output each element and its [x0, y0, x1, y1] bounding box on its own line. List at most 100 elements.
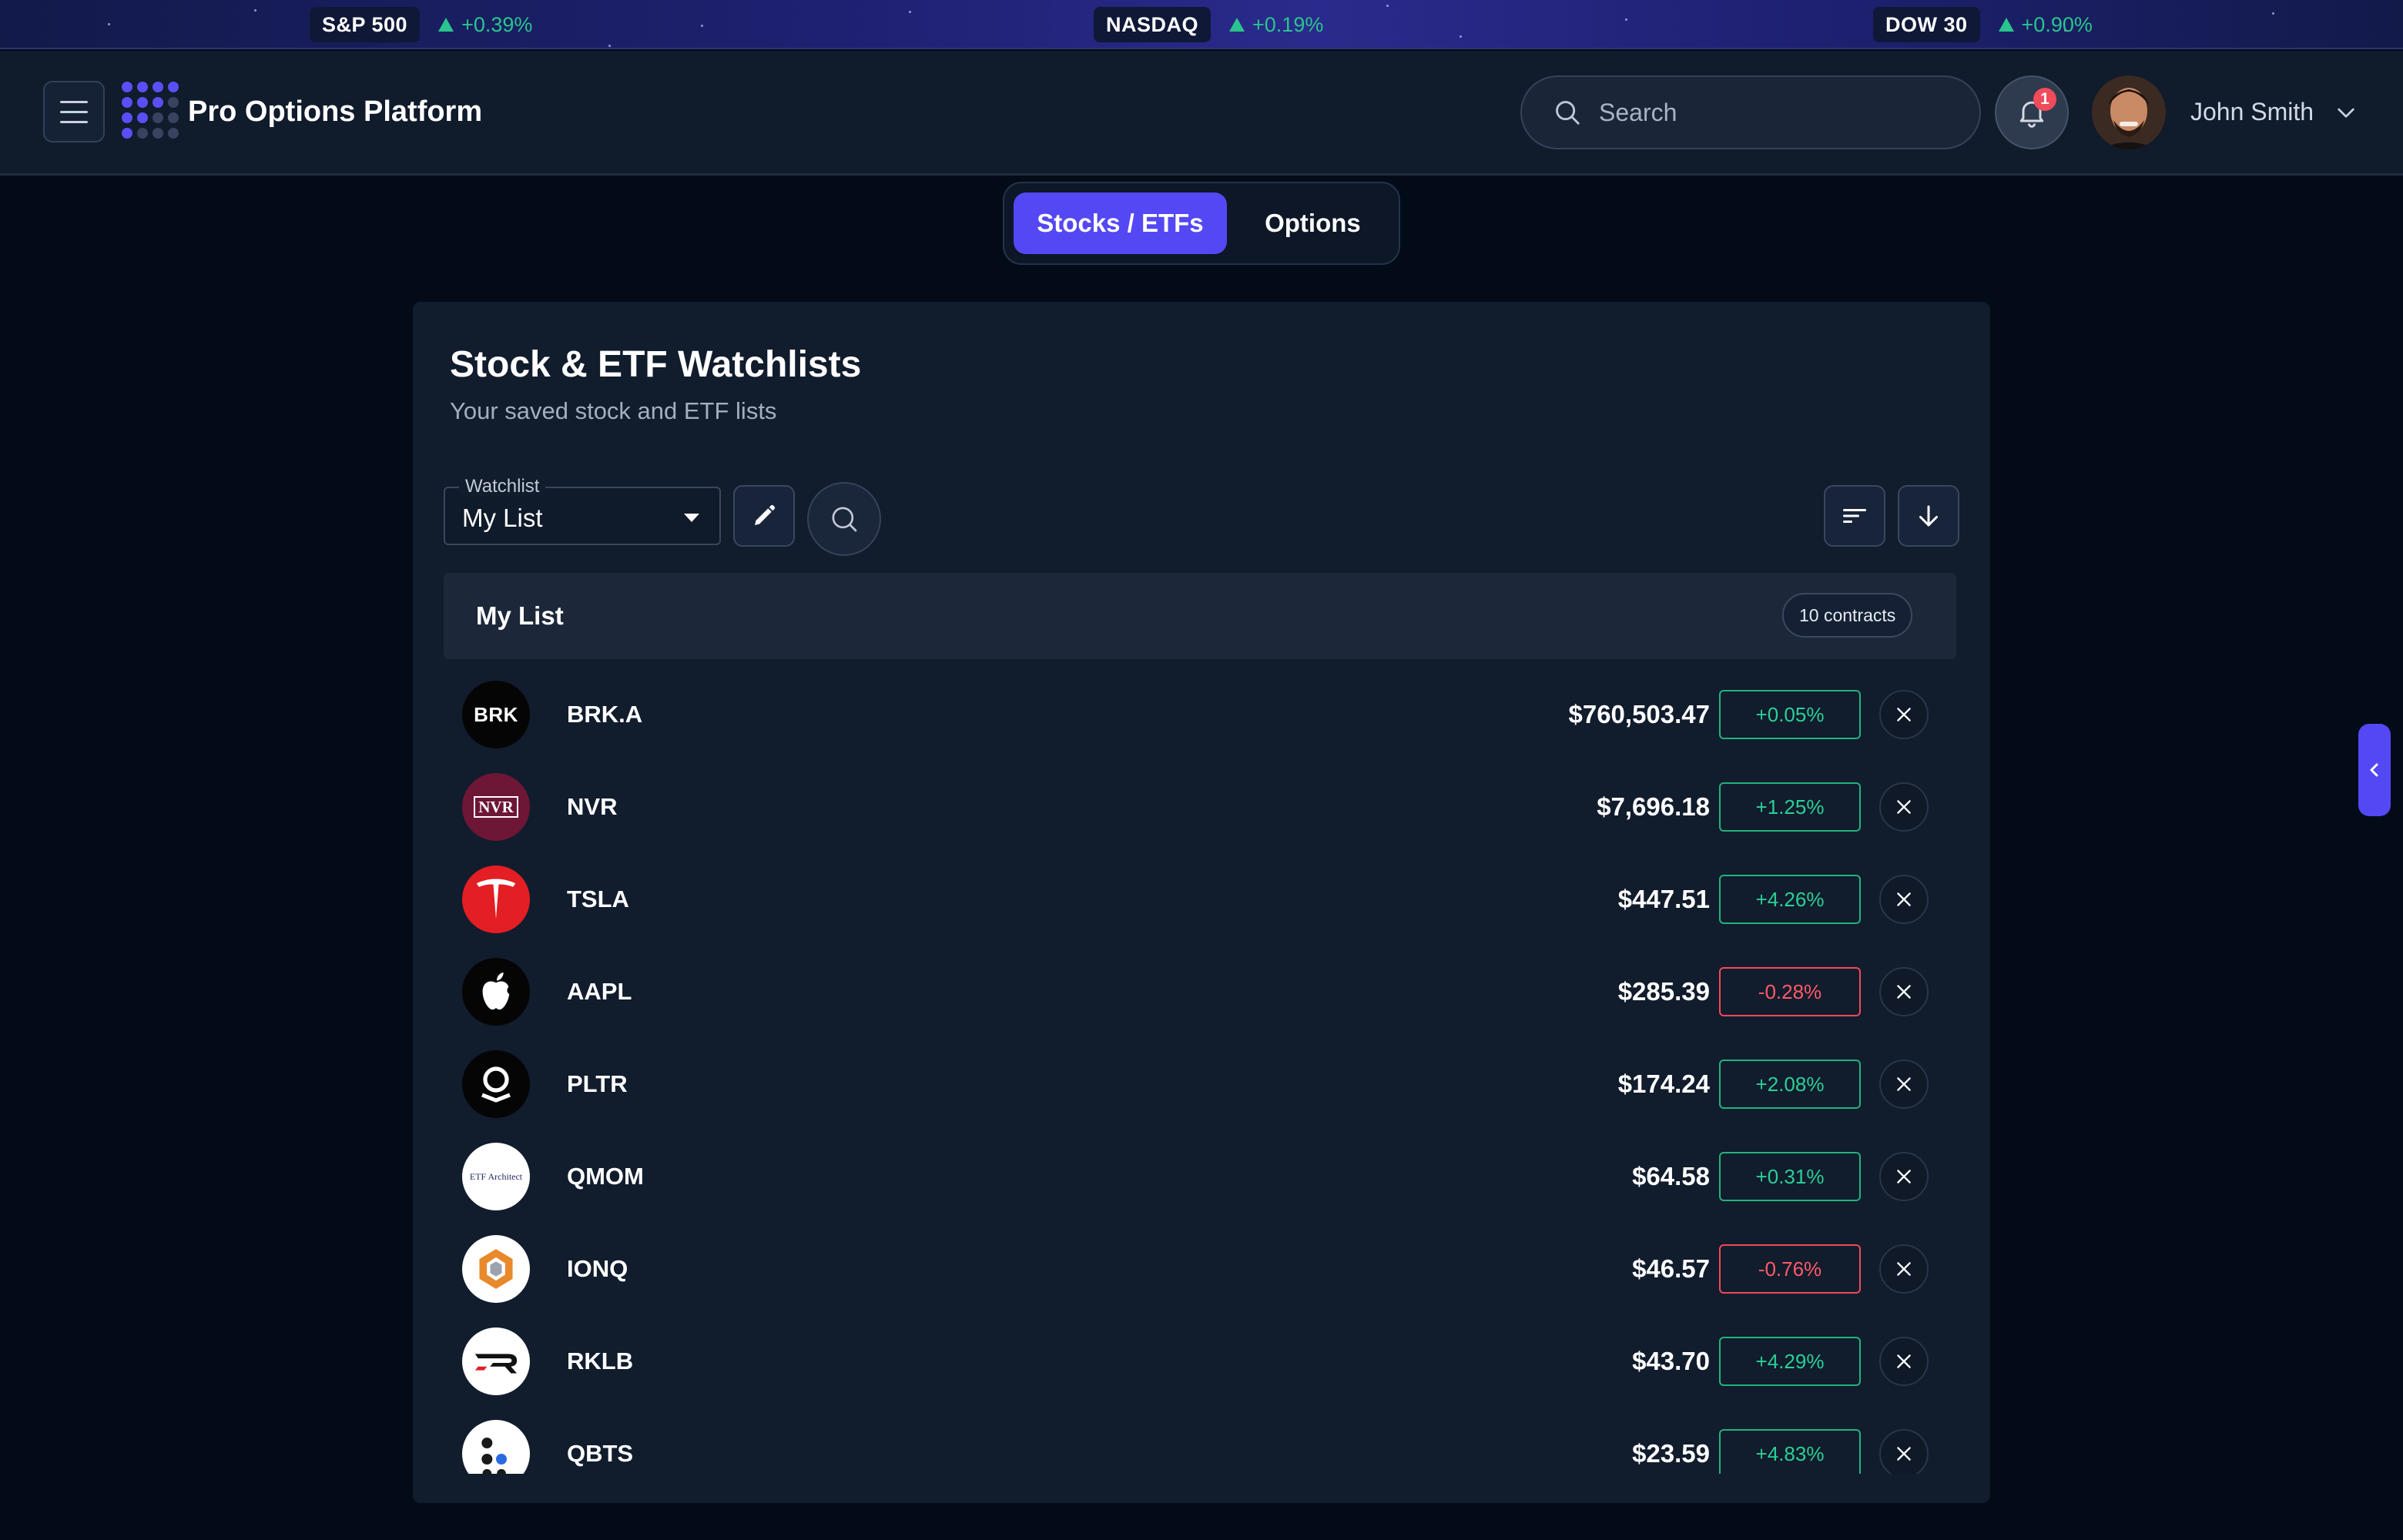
market-ticker-bar: S&P 500 +0.39% NASDAQ +0.19% DOW 30 +0.9…: [0, 0, 2403, 49]
row-price: $23.59: [1632, 1439, 1710, 1468]
chevron-down-icon[interactable]: [2334, 100, 2358, 125]
ticker-change: +0.90%: [1998, 13, 2093, 37]
watchlist-select-value: My List: [462, 504, 543, 532]
row-price: $447.51: [1617, 885, 1710, 913]
decor-star: [2272, 12, 2274, 15]
tab-stocks-etfs[interactable]: Stocks / ETFs: [1014, 192, 1227, 254]
side-drawer-toggle[interactable]: [2358, 724, 2391, 816]
ticker-item-sp500[interactable]: S&P 500 +0.39%: [310, 7, 532, 42]
ticker-change-value: +0.19%: [1252, 12, 1324, 36]
remove-row-button[interactable]: [1879, 1429, 1929, 1474]
hamburger-menu-button[interactable]: [43, 81, 105, 142]
notifications-button[interactable]: 1: [1995, 75, 2069, 149]
user-photo: [2092, 75, 2166, 149]
ticker-name: NASDAQ: [1094, 7, 1212, 42]
table-row[interactable]: BRK BRK.A $760,503.47 +0.05%: [444, 668, 1956, 761]
chevron-left-icon: [2370, 763, 2378, 777]
table-row[interactable]: QBTS $23.59 +4.83%: [444, 1408, 1956, 1474]
table-row[interactable]: AAPL $285.39 -0.28%: [444, 946, 1956, 1038]
menu-line: [60, 110, 88, 113]
watchlists-panel: Stock & ETF Watchlists Your saved stock …: [413, 302, 1990, 1503]
remove-row-button[interactable]: [1879, 1337, 1929, 1386]
remove-row-button[interactable]: [1879, 782, 1929, 832]
dwave-dots-icon: [481, 1438, 507, 1474]
close-icon: [1897, 800, 1911, 814]
search-symbols-button[interactable]: [807, 482, 881, 556]
close-icon: [1897, 1077, 1911, 1091]
menu-line: [60, 100, 88, 103]
decor-star: [1386, 5, 1389, 7]
row-symbol: NVR: [567, 793, 618, 820]
row-change: +4.26%: [1719, 875, 1861, 924]
row-change: -0.28%: [1719, 967, 1861, 1016]
row-change: +0.31%: [1719, 1152, 1861, 1201]
row-symbol: TSLA: [567, 886, 629, 912]
remove-row-button[interactable]: [1879, 967, 1929, 1016]
row-price: $64.58: [1632, 1162, 1710, 1190]
row-symbol: QMOM: [567, 1163, 644, 1190]
close-icon: [1897, 1262, 1911, 1276]
table-row[interactable]: RKLB $43.70 +4.29%: [444, 1315, 1956, 1408]
search-icon: [1556, 101, 1580, 125]
up-triangle-icon: [1229, 18, 1245, 32]
apple-logo: [462, 958, 530, 1026]
tab-options[interactable]: Options: [1227, 192, 1399, 254]
user-name[interactable]: John Smith: [2190, 97, 2314, 126]
dwave-logo: [462, 1420, 530, 1474]
search-input[interactable]: [1599, 98, 1953, 127]
remove-row-button[interactable]: [1879, 690, 1929, 739]
sort-direction-button[interactable]: [1898, 485, 1959, 547]
apple-icon: [482, 972, 514, 1010]
ticker-name: S&P 500: [310, 7, 421, 42]
search-box[interactable]: [1520, 75, 1981, 149]
close-icon: [1897, 1354, 1911, 1368]
row-price: $7,696.18: [1597, 792, 1710, 821]
watchlist-select[interactable]: Watchlist My List: [444, 477, 721, 545]
panel-subtitle: Your saved stock and ETF lists: [450, 397, 777, 424]
app-title: Pro Options Platform: [188, 95, 483, 128]
notification-count-badge: 1: [2033, 88, 2056, 111]
sort-button[interactable]: [1824, 485, 1885, 547]
edit-watchlist-button[interactable]: [733, 485, 795, 547]
rocket-lab-logo: [462, 1327, 530, 1395]
row-change: +4.29%: [1719, 1337, 1861, 1386]
table-row[interactable]: TSLA $447.51 +4.26%: [444, 853, 1956, 946]
asset-type-toggle: Stocks / ETFs Options: [1003, 182, 1400, 265]
table-row[interactable]: PLTR $174.24 +2.08%: [444, 1038, 1956, 1130]
table-row[interactable]: NVR NVR $7,696.18 +1.25%: [444, 761, 1956, 853]
close-icon: [1897, 1447, 1911, 1461]
palantir-ring-icon: [481, 1066, 511, 1103]
list-name: My List: [476, 601, 564, 630]
table-row[interactable]: IONQ $46.57 -0.76%: [444, 1223, 1956, 1315]
remove-row-button[interactable]: [1879, 1060, 1929, 1109]
remove-row-button[interactable]: [1879, 1244, 1929, 1294]
row-symbol: BRK.A: [567, 701, 643, 728]
remove-row-button[interactable]: [1879, 1152, 1929, 1201]
panel-title: Stock & ETF Watchlists: [450, 344, 862, 385]
decor-star: [909, 11, 911, 13]
decor-star: [108, 23, 110, 25]
decor-star: [608, 45, 611, 47]
ionq-hexagon-icon: [479, 1249, 513, 1289]
etf-architect-logo: ETF Architect: [462, 1143, 530, 1210]
ticker-change-value: +0.39%: [461, 12, 533, 36]
table-row[interactable]: ETF Architect QMOM $64.58 +0.31%: [444, 1130, 1956, 1223]
up-triangle-icon: [1998, 18, 2014, 32]
app-logo-icon: [122, 82, 179, 139]
ticker-item-dow30[interactable]: DOW 30 +0.90%: [1873, 7, 2093, 42]
row-price: $174.24: [1617, 1070, 1710, 1098]
pencil-icon: [755, 504, 776, 525]
ionq-logo: [462, 1235, 530, 1303]
tesla-logo: [462, 865, 530, 933]
row-symbol: RKLB: [567, 1348, 634, 1374]
remove-row-button[interactable]: [1879, 875, 1929, 924]
row-price: $46.57: [1632, 1254, 1710, 1283]
ticker-name: DOW 30: [1873, 7, 1980, 42]
decor-star: [1460, 35, 1462, 38]
decor-star: [701, 25, 703, 27]
ticker-item-nasdaq[interactable]: NASDAQ +0.19%: [1094, 7, 1323, 42]
search-icon: [832, 507, 857, 532]
close-icon: [1897, 708, 1911, 721]
user-avatar[interactable]: [2092, 75, 2166, 149]
row-symbol: QBTS: [567, 1440, 634, 1467]
